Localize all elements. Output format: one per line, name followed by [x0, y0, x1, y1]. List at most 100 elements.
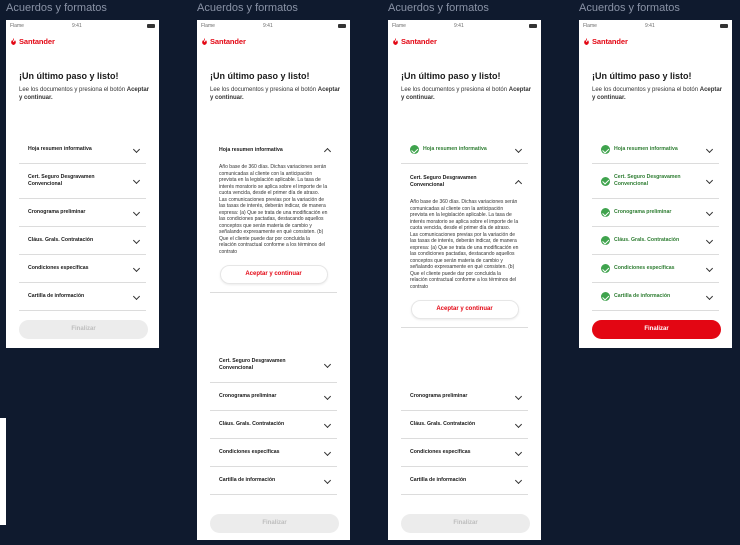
accordion-label: Cert. Seguro Desgravamen Convencional: [614, 174, 681, 187]
carrier-label: Flame: [10, 23, 24, 29]
chevron-down-icon: [705, 208, 714, 216]
accordion-label: Hoja resumen informativa: [28, 146, 92, 152]
accordion-label: Cronograma preliminar: [28, 209, 86, 215]
status-bar: Flame 9:41: [388, 20, 541, 32]
phone-screen: Flame 9:41 Santander ¡Un último paso y l…: [579, 20, 732, 348]
battery-icon: [720, 24, 728, 28]
accordion-label: Cartilla de información: [219, 477, 276, 483]
accordion-label: Cert. Seguro Desgravamen Convencional: [28, 174, 95, 187]
accordion-item-done[interactable]: Condiciones específicas: [592, 255, 719, 283]
clock: 9:41: [263, 23, 273, 29]
status-bar: Flame 9:41: [197, 20, 350, 32]
accordion-item-done[interactable]: Hoja resumen informativa: [592, 136, 719, 164]
chevron-down-icon: [323, 420, 332, 428]
accordion-item[interactable]: Cronograma preliminar: [19, 199, 146, 227]
page-description: Lee los documentos y presiona el botón A…: [210, 86, 342, 102]
accordion-label: Cert. Seguro Desgravamen Convencional: [410, 174, 477, 188]
accordion-item[interactable]: Cert. Seguro Desgravamen Convencional: [210, 348, 337, 383]
accordion-item[interactable]: Hoja resumen informativa: [19, 136, 146, 164]
accordion-item-done[interactable]: Cláus. Grals. Contratación: [592, 227, 719, 255]
chevron-down-icon: [132, 145, 141, 153]
chevron-down-icon: [132, 292, 141, 300]
brand-name: Santander: [19, 37, 55, 46]
chevron-down-icon: [705, 176, 714, 185]
accordion-header[interactable]: Cert. Seguro Desgravamen Convencional: [401, 164, 528, 199]
finalize-button[interactable]: Finalizar: [210, 514, 339, 533]
finalize-button[interactable]: Finalizar: [19, 320, 148, 339]
check-circle-icon: [601, 208, 610, 217]
accordion-label: Hoja resumen informativa: [614, 146, 678, 152]
clock: 9:41: [72, 23, 82, 29]
accordion-label: Condiciones específicas: [28, 265, 89, 271]
frame-title: Acuerdos y formatos: [197, 2, 298, 14]
accordion-item[interactable]: Cronograma preliminar: [210, 383, 337, 411]
accordion-item[interactable]: Cláus. Grals. Contratación: [19, 227, 146, 255]
accordion-item-done[interactable]: Cert. Seguro Desgravamen Convencional: [592, 164, 719, 199]
page-description: Lee los documentos y presiona el botón A…: [401, 86, 533, 102]
accordion-label: Cartilla de información: [410, 477, 467, 483]
status-bar: Flame 9:41: [6, 20, 159, 32]
chevron-up-icon: [514, 179, 523, 187]
accordion-item[interactable]: Cláus. Grals. Contratación: [210, 411, 337, 439]
description-text: Lee los documentos y presiona el botón: [592, 87, 699, 93]
accordion-item[interactable]: Cartilla de información: [19, 283, 146, 311]
finalize-button[interactable]: Finalizar: [401, 514, 530, 533]
frame-title: Acuerdos y formatos: [388, 2, 489, 14]
finalize-button[interactable]: Finalizar: [592, 320, 721, 339]
accordion-item-done[interactable]: Cronograma preliminar: [592, 199, 719, 227]
santander-flame-icon: [202, 38, 207, 45]
check-circle-icon: [410, 145, 419, 154]
brand-name: Santander: [210, 37, 246, 46]
check-circle-icon: [601, 236, 610, 245]
page-description: Lee los documentos y presiona el botón A…: [592, 86, 724, 102]
accordion-label: Hoja resumen informativa: [219, 146, 283, 153]
santander-flame-icon: [393, 38, 398, 45]
accept-continue-button[interactable]: Aceptar y continuar: [410, 300, 519, 319]
accordion-item[interactable]: Cronograma preliminar: [401, 383, 528, 411]
chevron-down-icon: [323, 448, 332, 456]
accordion-label: Cláus. Grals. Contratación: [614, 237, 680, 243]
chevron-down-icon: [514, 392, 523, 400]
accordion-body: Año base de 360 días. Dichas variaciones…: [410, 199, 519, 290]
accept-continue-button[interactable]: Aceptar y continuar: [219, 265, 328, 284]
accordion-item[interactable]: Cartilla de información: [401, 467, 528, 495]
accordion-label: Condiciones específicas: [219, 449, 280, 455]
chevron-down-icon: [705, 145, 714, 153]
chevron-down-icon: [132, 264, 141, 272]
accordion-header[interactable]: Hoja resumen informativa: [210, 136, 337, 164]
accordion-label: Cláus. Grals. Contratación: [28, 237, 94, 243]
accordion-item[interactable]: Condiciones específicas: [210, 439, 337, 467]
chevron-up-icon: [323, 147, 332, 156]
check-circle-icon: [601, 145, 610, 154]
chevron-down-icon: [132, 208, 141, 216]
accordion-label: Condiciones específicas: [410, 449, 471, 455]
accordion-item-done[interactable]: Cartilla de información: [592, 283, 719, 311]
santander-logo: Santander: [583, 37, 628, 46]
chevron-down-icon: [514, 476, 523, 484]
accordion-label: Cert. Seguro Desgravamen Convencional: [219, 358, 286, 371]
battery-icon: [147, 24, 155, 28]
phone-screen: Flame 9:41 Santander ¡Un último paso y l…: [197, 20, 350, 540]
accordion-item[interactable]: Condiciones específicas: [19, 255, 146, 283]
chevron-down-icon: [705, 292, 714, 300]
accordion-label: Cartilla de información: [614, 293, 671, 299]
accordion-item-expanded[interactable]: Hoja resumen informativa Año base de 360…: [210, 136, 337, 293]
chevron-down-icon: [705, 264, 714, 272]
accordion-item-expanded[interactable]: Cert. Seguro Desgravamen Convencional Añ…: [401, 164, 528, 328]
chevron-down-icon: [514, 420, 523, 428]
page-description: Lee los documentos y presiona el botón A…: [19, 86, 151, 102]
accordion-item[interactable]: Cert. Seguro Desgravamen Convencional: [19, 164, 146, 199]
accordion-item-done[interactable]: Hoja resumen informativa: [401, 136, 528, 164]
page-title: ¡Un último paso y listo!: [19, 71, 119, 81]
clock: 9:41: [645, 23, 655, 29]
description-text: Lee los documentos y presiona el botón: [210, 87, 317, 93]
accordion-item[interactable]: Cartilla de información: [210, 467, 337, 495]
santander-logo: Santander: [201, 37, 246, 46]
accordion-item[interactable]: Condiciones específicas: [401, 439, 528, 467]
accordion-label: Cronograma preliminar: [219, 393, 277, 399]
accordion-label: Cláus. Grals. Contratación: [219, 421, 285, 427]
accordion-label: Cronograma preliminar: [410, 393, 468, 399]
chevron-down-icon: [132, 176, 141, 185]
accordion-item[interactable]: Cláus. Grals. Contratación: [401, 411, 528, 439]
carrier-label: Flame: [392, 23, 406, 29]
